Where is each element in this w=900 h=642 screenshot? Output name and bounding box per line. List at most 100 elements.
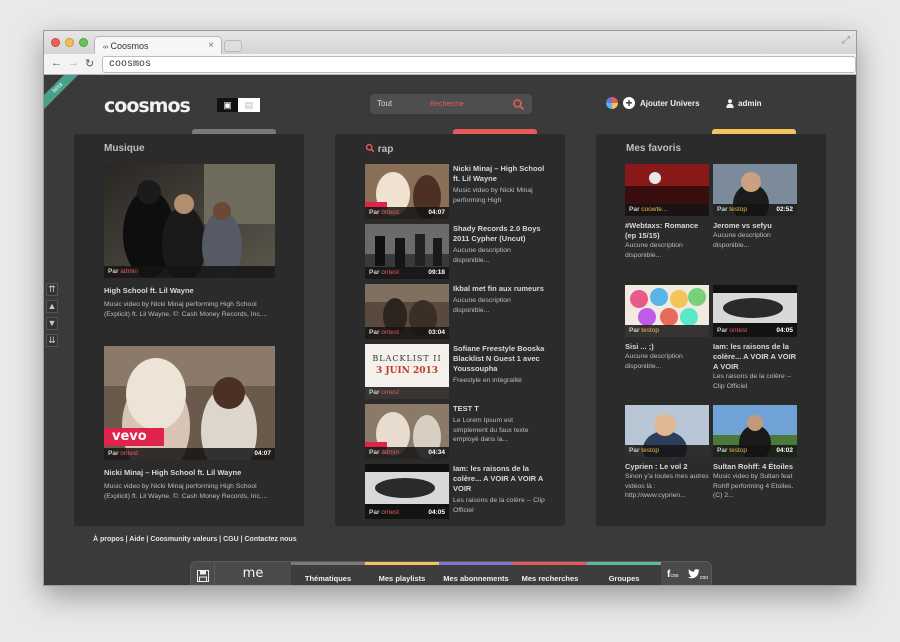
video-thumbnail[interactable]: Par ontest 03:04 (365, 284, 449, 339)
uploader-link[interactable]: admin (120, 268, 138, 275)
plus-icon[interactable]: + (623, 97, 635, 109)
fullscreen-icon[interactable]: ⤢ (842, 35, 850, 46)
multi-view-icon[interactable]: ▤ (238, 98, 260, 112)
single-view-icon[interactable]: ▣ (217, 98, 238, 112)
panel-tab-gray[interactable] (192, 129, 276, 134)
video-thumbnail[interactable]: Par ontest 09:18 (365, 224, 449, 279)
back-button[interactable]: ← (51, 57, 62, 69)
browser-tab[interactable]: ∞ Coosmos × (94, 36, 222, 55)
favicon-icon: ∞ (103, 44, 108, 51)
video-thumbnail[interactable]: Par testop (625, 405, 709, 457)
add-universe[interactable]: + Ajouter Univers (606, 97, 700, 109)
reload-button[interactable]: ↻ (85, 57, 94, 70)
close-window-button[interactable] (51, 38, 60, 47)
user-menu[interactable]: admin (726, 99, 762, 108)
video-title[interactable]: Nicki Minaj – High School ft. Lil Wayne (453, 164, 545, 184)
video-title[interactable]: Iam: les raisons de la colère... A VOIR … (713, 342, 797, 372)
video-thumbnail[interactable]: Par ontest 04:05 (365, 464, 449, 519)
video-title[interactable]: Cyprien : Le vol 2 (625, 462, 709, 472)
video-card[interactable]: Par testop 02:52 Jerome vs sefyu Aucune d… (713, 164, 797, 250)
video-title[interactable]: Nicki Minaj – High School ft. Lil Wayne (104, 468, 275, 478)
video-card[interactable]: vevo Par ontest 04:07 Nicki Minaj – High… (104, 346, 275, 501)
add-universe-label[interactable]: Ajouter Univers (640, 99, 700, 108)
video-row[interactable]: Par ontest 04:07 Nicki Minaj – High Schoo… (365, 164, 550, 222)
video-description: Aucune description disponible... (453, 297, 511, 314)
search-scope-select[interactable]: Tout (377, 99, 392, 108)
scroll-bottom-icon[interactable]: ⇊ (46, 334, 58, 347)
tab-groupes[interactable]: Groupes (587, 562, 661, 585)
video-card[interactable]: Par testop 04:02 Sultan Rohff: 4 Étoiles … (713, 405, 797, 501)
video-row[interactable]: BLACKLIST II 3 JUIN 2013 Par ontest Sofi… (365, 344, 550, 402)
video-text: Iam: les raisons de la colère... A VOIR … (453, 464, 545, 515)
video-thumbnail[interactable]: Par ontest 04:05 (713, 285, 797, 337)
uploader-link[interactable]: testop (641, 327, 659, 334)
video-thumbnail[interactable]: Par admin (104, 164, 275, 278)
minimize-window-button[interactable] (65, 38, 74, 47)
video-title[interactable]: Shady Records 2.0 Boys 2011 Cypher (Uncu… (453, 224, 545, 244)
video-title[interactable]: Ikbal met fin aux rumeurs (453, 284, 545, 294)
video-thumbnail[interactable]: Par admin 04:34 (365, 404, 449, 459)
zoom-window-button[interactable] (79, 38, 88, 47)
video-title[interactable]: #Webtaxs: Romance (ep 15/15) (625, 221, 709, 241)
new-tab-button[interactable] (224, 40, 242, 52)
video-thumbnail[interactable]: BLACKLIST II 3 JUIN 2013 Par ontest (365, 344, 449, 399)
uploader-link[interactable]: ontest (381, 269, 399, 276)
scroll-down-icon[interactable]: ▼ (46, 317, 58, 330)
video-thumbnail[interactable]: Par ontest 04:07 (365, 164, 449, 219)
video-card[interactable]: Par testop Sisi ... ;) Aucune descriptio… (625, 285, 709, 371)
duration: 03:04 (428, 329, 445, 336)
uploader-link[interactable]: ontest (120, 450, 138, 457)
search-icon[interactable] (512, 98, 525, 111)
video-card[interactable]: Par testop Cyprien : Le vol 2 Sinon y'a … (625, 405, 709, 501)
uploader-link[interactable]: ontest (729, 327, 747, 334)
video-row[interactable]: Par admin 04:34 TEST T Le Lorem Ipsum est… (365, 404, 550, 462)
video-thumbnail[interactable]: Par testop (625, 285, 709, 337)
uploader-link[interactable]: coowte... (641, 206, 667, 213)
facebook-icon[interactable]: fcoo (667, 569, 678, 580)
view-toggle[interactable]: ▣ ▤ (217, 98, 260, 112)
video-title[interactable]: Jerome vs sefyu (713, 221, 797, 231)
uploader-link[interactable]: ontest (381, 329, 399, 336)
video-title[interactable]: Sofiane Freestyle Booska Blacklist N Gue… (453, 344, 545, 374)
twitter-icon[interactable]: coo (688, 569, 708, 582)
tab-mes-recherches[interactable]: Mes recherches (513, 562, 587, 585)
tab-mes-playlists[interactable]: Mes playlists (365, 562, 439, 585)
video-title[interactable]: Iam: les raisons de la colère... A VOIR … (453, 464, 545, 494)
video-row[interactable]: Par ontest 04:05 Iam: les raisons de la c… (365, 464, 550, 522)
scroll-up-icon[interactable]: ▲ (46, 300, 58, 313)
video-card[interactable]: Par ontest 04:05 Iam: les raisons de la c… (713, 285, 797, 391)
close-tab-icon[interactable]: × (208, 40, 214, 51)
uploader-link[interactable]: ontest (381, 209, 399, 216)
forward-button[interactable]: → (68, 57, 79, 69)
panel-tab-red[interactable] (453, 129, 537, 134)
uploader-link[interactable]: testop (641, 447, 659, 454)
video-card[interactable]: Par admin High School ft. Lil Wayne Musi… (104, 164, 275, 319)
tab-mes-abonnements[interactable]: Mes abonnements (439, 562, 513, 585)
video-row[interactable]: Par ontest 09:18 Shady Records 2.0 Boys 2… (365, 224, 550, 282)
address-bar[interactable]: coosmos (102, 56, 856, 73)
video-thumbnail[interactable]: Par testop 02:52 (713, 164, 797, 216)
site-logo[interactable]: coosmos (104, 95, 191, 117)
video-card[interactable]: Par coowte... #Webtaxs: Romance (ep 15/1… (625, 164, 709, 260)
uploader-link[interactable]: ontest (381, 389, 399, 396)
scroll-top-icon[interactable]: ⇈ (46, 283, 58, 296)
video-title[interactable]: TEST T (453, 404, 545, 414)
me-button[interactable]: me (215, 562, 291, 585)
video-title[interactable]: Sultan Rohff: 4 Étoiles (713, 462, 797, 472)
video-thumbnail[interactable]: Par testop 04:02 (713, 405, 797, 457)
video-title[interactable]: High School ft. Lil Wayne (104, 286, 275, 296)
search-input[interactable] (430, 97, 510, 111)
save-button[interactable] (191, 562, 215, 585)
video-row[interactable]: Par ontest 03:04 Ikbal met fin aux rumeur… (365, 284, 550, 342)
uploader-link[interactable]: testop (729, 206, 747, 213)
video-thumbnail[interactable]: Par coowte... (625, 164, 709, 216)
uploader-link[interactable]: testop (729, 447, 747, 454)
tab-color-bar (439, 562, 513, 565)
panel-tab-yellow[interactable] (712, 129, 796, 134)
tab-thematiques[interactable]: Thématiques (291, 562, 365, 585)
uploader-link[interactable]: admin (381, 449, 399, 456)
uploader-link[interactable]: ontest (381, 509, 399, 516)
video-thumbnail[interactable]: vevo Par ontest 04:07 (104, 346, 275, 460)
video-title[interactable]: Sisi ... ;) (625, 342, 709, 352)
footer-links[interactable]: À propos | Aide | Coosmunity valeurs | C… (93, 536, 297, 543)
